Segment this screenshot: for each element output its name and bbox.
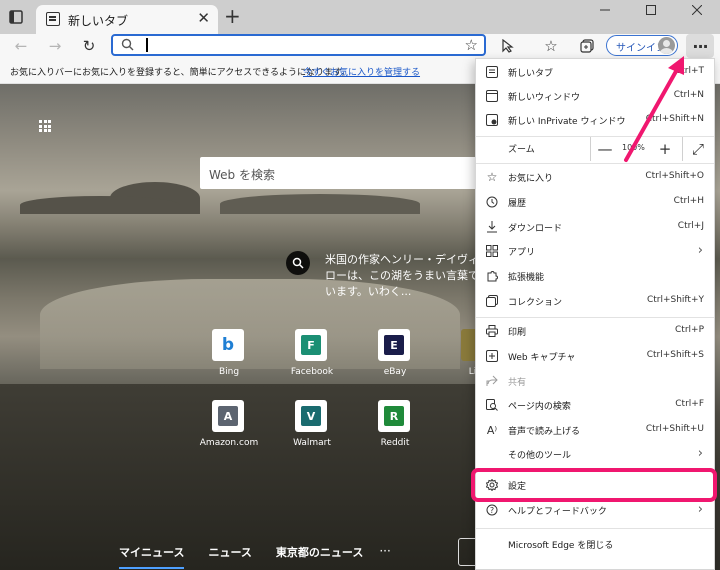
annotation-arrow-icon [624,56,684,162]
